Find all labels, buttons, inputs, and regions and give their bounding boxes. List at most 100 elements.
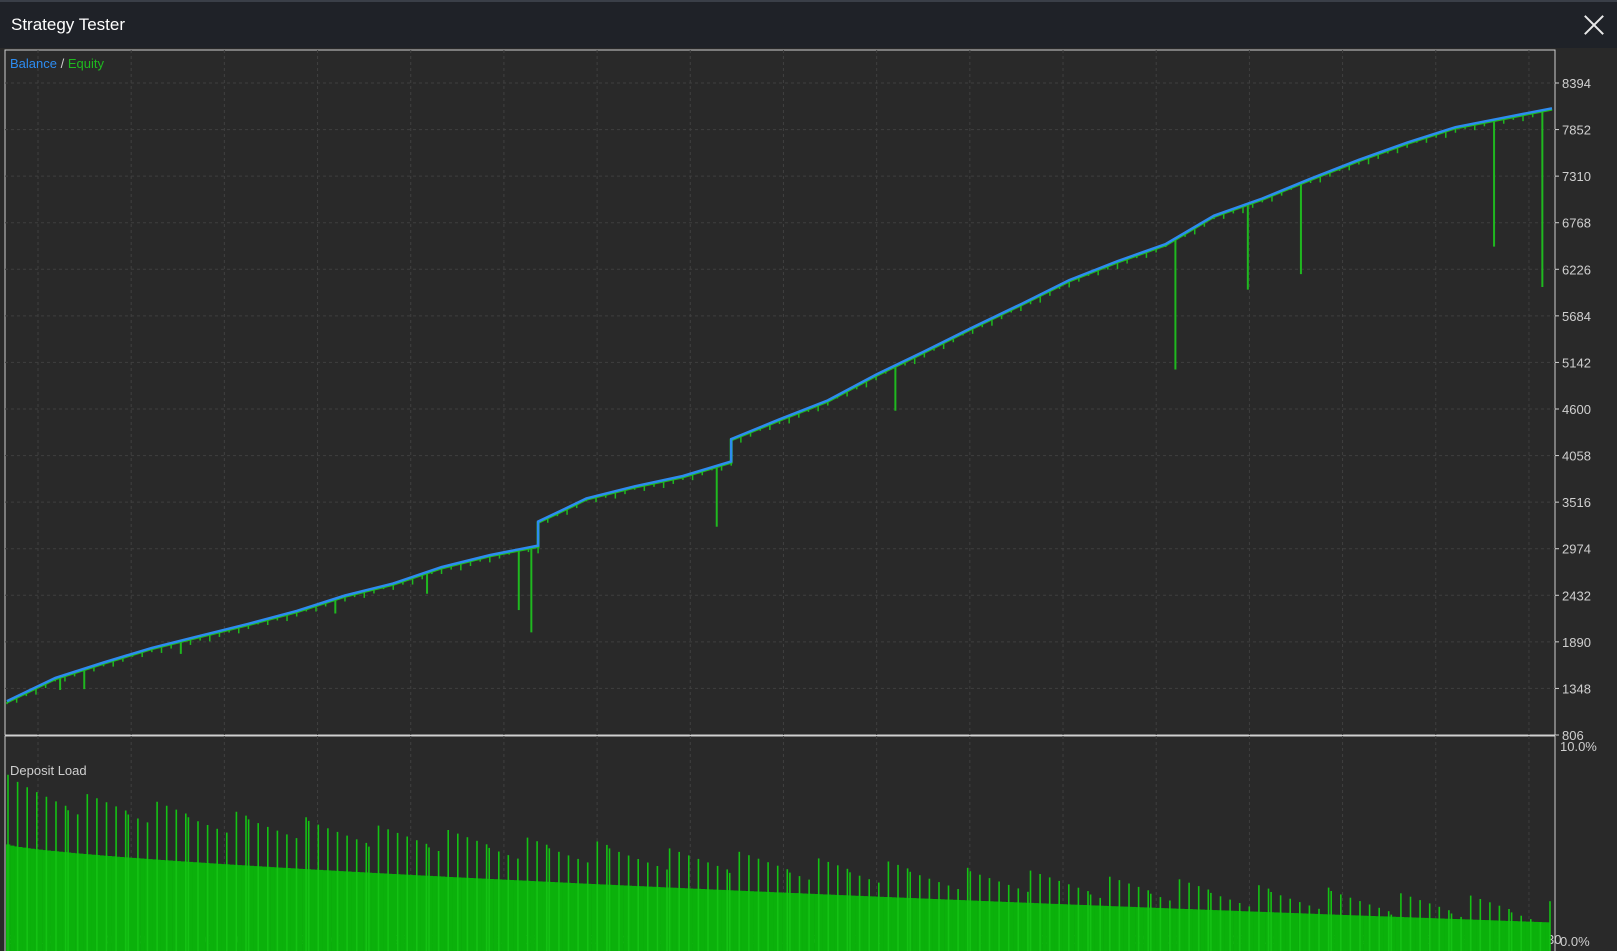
y-tick-label: 2432 <box>1562 588 1591 603</box>
deposit-load-bar <box>10 845 15 951</box>
deposit-y-label-max: 10.0% <box>1560 739 1597 754</box>
deposit-load-bar <box>188 861 194 951</box>
deposit-load-bar <box>530 881 535 951</box>
deposit-load-bar <box>1034 903 1039 951</box>
deposit-load-bar <box>611 884 616 951</box>
deposit-load-bar <box>1355 915 1360 951</box>
deposit-load-bar <box>851 895 856 951</box>
deposit-load-bar <box>1164 908 1169 951</box>
deposit-load-bar <box>339 871 344 951</box>
deposit-load-bar <box>1131 906 1136 951</box>
deposit-load-bar <box>692 888 698 951</box>
deposit-load-bar <box>1411 917 1417 951</box>
deposit-load-bar <box>408 874 413 951</box>
deposit-load-bar <box>1054 903 1059 951</box>
deposit-load-bar <box>400 874 405 951</box>
deposit-load-bar <box>1294 913 1299 951</box>
deposit-load-bar <box>1395 916 1400 951</box>
deposit-load-bar <box>1501 920 1506 951</box>
deposit-load-bar <box>91 854 96 951</box>
deposit-load-bar <box>1472 919 1478 951</box>
deposit-load-bar <box>550 882 555 951</box>
deposit-load-bar <box>981 901 986 951</box>
title-bar: Strategy Tester <box>0 0 1617 48</box>
deposit-load-bar <box>1151 907 1157 951</box>
deposit-load-bar <box>229 864 234 951</box>
y-tick-label: 6226 <box>1562 262 1591 277</box>
deposit-load-bar <box>1525 921 1530 951</box>
deposit-load-bar <box>1021 902 1027 951</box>
deposit-load-bar <box>822 894 828 951</box>
deposit-load-bar <box>168 860 173 951</box>
deposit-load-bar <box>1480 920 1486 951</box>
deposit-y-label-min: 0.0% <box>1560 934 1590 949</box>
deposit-load-bar <box>1456 919 1461 951</box>
deposit-load-bar <box>1062 904 1067 951</box>
deposit-load-bar <box>782 892 787 951</box>
deposit-load-bar <box>1172 908 1177 951</box>
deposit-load-bar <box>1123 906 1128 951</box>
deposit-load-bar <box>619 885 624 951</box>
deposit-load-bar <box>1192 909 1197 951</box>
deposit-load-bar <box>810 893 815 951</box>
y-tick-label: 3516 <box>1562 495 1591 510</box>
deposit-load-bar <box>18 847 23 951</box>
deposit-load-bar <box>761 891 767 951</box>
deposit-load-bar <box>46 850 51 951</box>
deposit-load-bar <box>802 893 807 951</box>
deposit-load-bar <box>1001 901 1006 951</box>
y-tick-label: 7852 <box>1562 123 1591 138</box>
deposit-load-bar <box>538 881 543 951</box>
deposit-load-bar <box>262 866 267 951</box>
deposit-load-bar <box>192 862 198 951</box>
deposit-load-bar <box>371 872 377 951</box>
deposit-load-bar <box>769 892 775 951</box>
deposit-load-bar <box>310 869 316 951</box>
deposit-load-bar <box>176 861 182 951</box>
deposit-load-bar <box>452 877 458 951</box>
deposit-load-bar <box>278 867 283 951</box>
deposit-load-bar <box>1334 914 1340 951</box>
deposit-load-bar <box>298 868 303 951</box>
deposit-load-bar <box>493 879 498 951</box>
deposit-load-bar <box>22 847 27 951</box>
chart-canvas: 8061348189024322974351640584600514256846… <box>4 49 1597 951</box>
deposit-load-bar <box>522 880 527 951</box>
deposit-load-title: Deposit Load <box>10 763 87 778</box>
deposit-load-bar <box>1342 915 1348 951</box>
main-plot-frame <box>4 49 1556 736</box>
deposit-load-bar <box>639 886 645 951</box>
deposit-load-bar <box>790 893 795 951</box>
deposit-load-bar <box>838 895 844 951</box>
deposit-load-bar <box>50 850 56 951</box>
deposit-load-bar <box>359 872 364 951</box>
deposit-load-bar <box>30 848 35 951</box>
deposit-load-bar <box>1493 920 1498 951</box>
balance-line <box>6 107 1553 703</box>
deposit-load-bar <box>920 898 925 951</box>
y-tick-label: 2974 <box>1562 542 1591 557</box>
deposit-load-bar <box>591 884 596 951</box>
close-icon[interactable] <box>1583 14 1605 36</box>
deposit-load-bar <box>148 859 153 951</box>
deposit-load-bar <box>1261 911 1266 951</box>
y-tick-label: 4058 <box>1562 449 1591 464</box>
deposit-load-bar <box>152 859 157 951</box>
deposit-load-bar <box>501 879 507 951</box>
deposit-load-bar <box>209 863 214 951</box>
deposit-load-bar <box>924 898 929 951</box>
deposit-load-bar <box>1350 915 1356 951</box>
deposit-load-bar <box>1200 909 1205 951</box>
deposit-load-bar <box>733 890 738 951</box>
legend-equity: Equity <box>67 56 104 71</box>
deposit-load-bar <box>1184 909 1189 951</box>
deposit-load-bar <box>1273 912 1279 951</box>
deposit-load-bar <box>599 884 604 951</box>
y-tick-label: 6768 <box>1562 216 1591 231</box>
deposit-load-bar <box>778 892 783 951</box>
deposit-load-bar <box>932 899 937 951</box>
deposit-load-bar <box>1302 913 1307 951</box>
deposit-load-bar <box>1241 911 1246 951</box>
deposit-load-bar <box>1078 904 1084 951</box>
deposit-load-bar <box>318 869 324 951</box>
